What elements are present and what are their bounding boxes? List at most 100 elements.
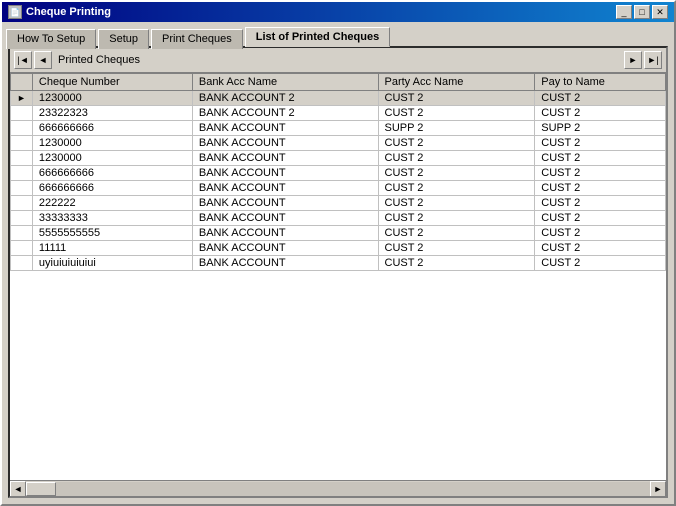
cell-pay-to-name: CUST 2 (535, 136, 666, 151)
cell-pay-to-name: CUST 2 (535, 91, 666, 106)
cell-pay-to-name: SUPP 2 (535, 121, 666, 136)
cell-party-acc-name: CUST 2 (378, 211, 535, 226)
cell-pay-to-name: CUST 2 (535, 211, 666, 226)
last-record-button[interactable]: ►| (644, 51, 662, 69)
row-indicator: ► (11, 91, 33, 106)
col-bank-acc-name: Bank Acc Name (192, 74, 378, 91)
table-header-row: Cheque Number Bank Acc Name Party Acc Na… (11, 74, 666, 91)
row-indicator (11, 181, 33, 196)
cell-bank-acc-name: BANK ACCOUNT (192, 241, 378, 256)
tab-bar: How To Setup Setup Print Cheques List of… (2, 22, 674, 46)
table-row[interactable]: ►1230000BANK ACCOUNT 2CUST 2CUST 2 (11, 91, 666, 106)
tab-list-of-printed-cheques[interactable]: List of Printed Cheques (245, 27, 390, 47)
cell-party-acc-name: CUST 2 (378, 181, 535, 196)
cell-party-acc-name: CUST 2 (378, 196, 535, 211)
scroll-thumb[interactable] (26, 482, 56, 496)
cell-bank-acc-name: BANK ACCOUNT (192, 196, 378, 211)
content-area: |◄ ◄ Printed Cheques ► ►| Cheque Number … (8, 46, 668, 498)
main-window: 📄 Cheque Printing _ □ ✕ How To Setup Set… (0, 0, 676, 506)
table-row[interactable]: uyiuiuiuiuiuiBANK ACCOUNTCUST 2CUST 2 (11, 256, 666, 271)
maximize-button[interactable]: □ (634, 5, 650, 19)
nav-bar: |◄ ◄ Printed Cheques ► ►| (10, 48, 666, 73)
row-indicator (11, 106, 33, 121)
nav-label: Printed Cheques (58, 54, 140, 66)
next-record-button[interactable]: ► (624, 51, 642, 69)
table-row[interactable]: 33333333BANK ACCOUNTCUST 2CUST 2 (11, 211, 666, 226)
table-row[interactable]: 23322323BANK ACCOUNT 2CUST 2CUST 2 (11, 106, 666, 121)
title-controls: _ □ ✕ (616, 5, 668, 19)
cell-cheque-number: uyiuiuiuiuiui (32, 256, 192, 271)
col-pay-to-name: Pay to Name (535, 74, 666, 91)
cell-cheque-number: 666666666 (32, 181, 192, 196)
cell-party-acc-name: CUST 2 (378, 151, 535, 166)
table-row[interactable]: 5555555555BANK ACCOUNTCUST 2CUST 2 (11, 226, 666, 241)
row-indicator (11, 121, 33, 136)
col-indicator (11, 74, 33, 91)
cell-bank-acc-name: BANK ACCOUNT (192, 256, 378, 271)
cell-pay-to-name: CUST 2 (535, 196, 666, 211)
cell-party-acc-name: CUST 2 (378, 166, 535, 181)
title-bar-left: 📄 Cheque Printing (8, 5, 111, 19)
table-container[interactable]: Cheque Number Bank Acc Name Party Acc Na… (10, 73, 666, 480)
horizontal-scrollbar[interactable]: ◄ ► (10, 480, 666, 496)
cell-bank-acc-name: BANK ACCOUNT (192, 181, 378, 196)
cell-bank-acc-name: BANK ACCOUNT (192, 166, 378, 181)
window-title: Cheque Printing (26, 6, 111, 18)
col-cheque-number: Cheque Number (32, 74, 192, 91)
cell-cheque-number: 11111 (32, 241, 192, 256)
scroll-left-button[interactable]: ◄ (10, 481, 26, 497)
table-row[interactable]: 666666666BANK ACCOUNTCUST 2CUST 2 (11, 166, 666, 181)
cell-cheque-number: 222222 (32, 196, 192, 211)
minimize-button[interactable]: _ (616, 5, 632, 19)
cell-bank-acc-name: BANK ACCOUNT (192, 121, 378, 136)
cell-bank-acc-name: BANK ACCOUNT 2 (192, 91, 378, 106)
scroll-track[interactable] (26, 482, 650, 496)
cell-pay-to-name: CUST 2 (535, 241, 666, 256)
tab-print-cheques[interactable]: Print Cheques (151, 29, 243, 49)
cell-bank-acc-name: BANK ACCOUNT (192, 211, 378, 226)
table-row[interactable]: 222222BANK ACCOUNTCUST 2CUST 2 (11, 196, 666, 211)
scroll-right-button[interactable]: ► (650, 481, 666, 497)
cell-bank-acc-name: BANK ACCOUNT (192, 151, 378, 166)
cell-pay-to-name: CUST 2 (535, 256, 666, 271)
row-indicator (11, 241, 33, 256)
cell-cheque-number: 1230000 (32, 91, 192, 106)
table-row[interactable]: 666666666BANK ACCOUNTCUST 2CUST 2 (11, 181, 666, 196)
cell-bank-acc-name: BANK ACCOUNT 2 (192, 106, 378, 121)
cell-party-acc-name: CUST 2 (378, 106, 535, 121)
row-indicator (11, 226, 33, 241)
first-record-button[interactable]: |◄ (14, 51, 32, 69)
cell-party-acc-name: CUST 2 (378, 241, 535, 256)
prev-record-button[interactable]: ◄ (34, 51, 52, 69)
row-indicator (11, 256, 33, 271)
tab-how-to-setup[interactable]: How To Setup (6, 29, 96, 49)
table-row[interactable]: 11111BANK ACCOUNTCUST 2CUST 2 (11, 241, 666, 256)
cell-party-acc-name: CUST 2 (378, 91, 535, 106)
cell-cheque-number: 1230000 (32, 136, 192, 151)
cell-pay-to-name: CUST 2 (535, 151, 666, 166)
cell-bank-acc-name: BANK ACCOUNT (192, 136, 378, 151)
cell-cheque-number: 5555555555 (32, 226, 192, 241)
cell-cheque-number: 33333333 (32, 211, 192, 226)
cell-party-acc-name: CUST 2 (378, 226, 535, 241)
cell-party-acc-name: CUST 2 (378, 136, 535, 151)
cell-bank-acc-name: BANK ACCOUNT (192, 226, 378, 241)
row-indicator (11, 151, 33, 166)
cell-pay-to-name: CUST 2 (535, 181, 666, 196)
row-indicator (11, 211, 33, 226)
cell-cheque-number: 1230000 (32, 151, 192, 166)
table-row[interactable]: 1230000BANK ACCOUNTCUST 2CUST 2 (11, 151, 666, 166)
close-button[interactable]: ✕ (652, 5, 668, 19)
cell-pay-to-name: CUST 2 (535, 226, 666, 241)
row-indicator (11, 166, 33, 181)
table-row[interactable]: 1230000BANK ACCOUNTCUST 2CUST 2 (11, 136, 666, 151)
window-icon: 📄 (8, 5, 22, 19)
tab-setup[interactable]: Setup (98, 29, 149, 49)
cell-party-acc-name: CUST 2 (378, 256, 535, 271)
title-bar: 📄 Cheque Printing _ □ ✕ (2, 2, 674, 22)
cell-cheque-number: 23322323 (32, 106, 192, 121)
row-indicator (11, 196, 33, 211)
cell-pay-to-name: CUST 2 (535, 106, 666, 121)
cell-pay-to-name: CUST 2 (535, 166, 666, 181)
table-row[interactable]: 666666666BANK ACCOUNTSUPP 2SUPP 2 (11, 121, 666, 136)
